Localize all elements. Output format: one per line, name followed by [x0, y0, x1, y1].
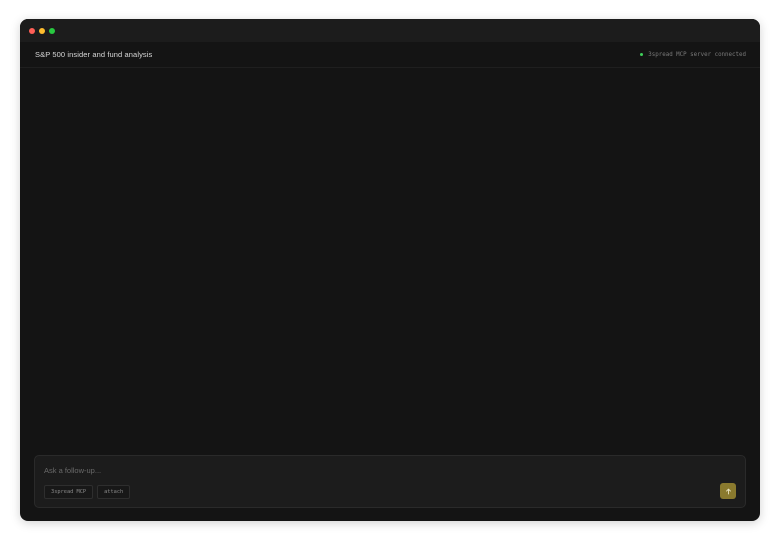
status-text: 3spread MCP server connected: [648, 51, 746, 58]
arrow-up-icon: [725, 488, 731, 494]
mcp-chip[interactable]: 3spread MCP: [44, 485, 94, 499]
title-bar: [20, 19, 760, 42]
attach-chip[interactable]: attach: [97, 485, 131, 499]
follow-up-input[interactable]: [44, 464, 644, 476]
minimize-window-button[interactable]: [39, 27, 45, 34]
send-button[interactable]: [720, 483, 736, 499]
status-indicator-icon: [640, 53, 644, 56]
composer-chips: 3spread MCP attach: [44, 485, 131, 499]
conversation-header: S&P 500 insider and fund analysis 3sprea…: [20, 42, 760, 68]
conversation-title: S&P 500 insider and fund analysis: [35, 50, 153, 59]
conversation-area: [20, 68, 760, 453]
composer: 3spread MCP attach: [34, 455, 746, 508]
close-window-button[interactable]: [29, 27, 35, 34]
app-window: S&P 500 insider and fund analysis 3sprea…: [20, 19, 760, 521]
connection-status: 3spread MCP server connected: [640, 52, 746, 58]
zoom-window-button[interactable]: [49, 27, 55, 34]
